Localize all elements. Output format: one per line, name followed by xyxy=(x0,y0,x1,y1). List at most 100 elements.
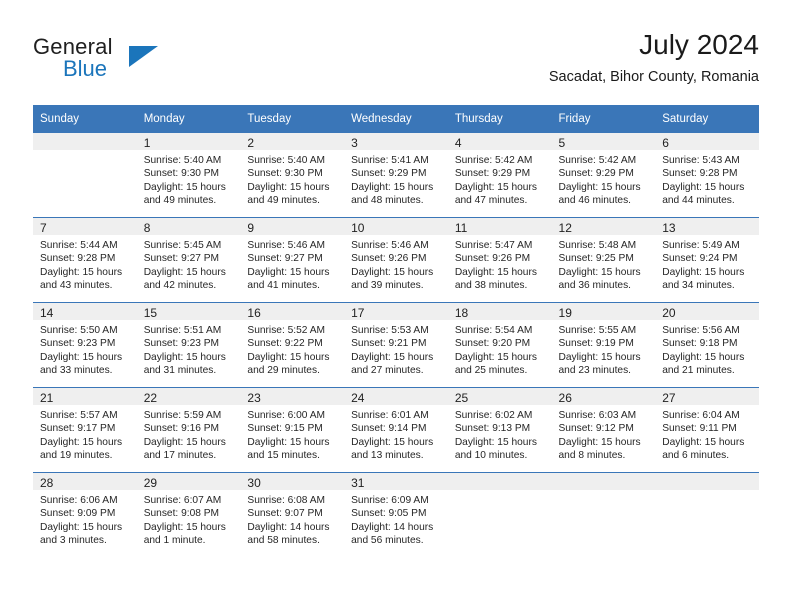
sunrise-text: Sunrise: 5:50 AM xyxy=(40,325,118,336)
day-cell-inner: 17 Sunrise: 5:53 AM Sunset: 9:21 PM Dayligh… xyxy=(344,303,448,387)
title-block: July 2024 Sacadat, Bihor County, Romania xyxy=(549,28,759,88)
calendar-day-cell[interactable]: 26 Sunrise: 6:03 AM Sunset: 9:12 PM Dayligh… xyxy=(551,387,656,473)
calendar-grid: Sunday Monday Tuesday Wednesday Thursday… xyxy=(33,105,759,557)
calendar-day-cell[interactable]: 3 Sunrise: 5:41 AM Sunset: 9:29 PM Daylight… xyxy=(344,133,448,218)
sunset-text: Sunset: 9:26 PM xyxy=(454,253,531,265)
daylight-text-line2: and 56 minutes. xyxy=(351,535,424,547)
day-details: Sunrise: 6:02 AM Sunset: 9:13 PM Daylight:… xyxy=(448,405,552,469)
daylight-text-line2: and 46 minutes. xyxy=(558,195,632,207)
day-cell-inner: 31 Sunrise: 6:09 AM Sunset: 9:05 PM Dayligh… xyxy=(344,473,448,557)
day-details: Sunrise: 5:53 AM Sunset: 9:21 PM Daylight:… xyxy=(344,320,448,384)
calendar-day-cell[interactable]: 4 Sunrise: 5:42 AM Sunset: 9:29 PM Daylight… xyxy=(447,133,552,218)
calendar-day-cell[interactable]: 5 Sunrise: 5:42 AM Sunset: 9:29 PM Daylight… xyxy=(551,133,656,218)
calendar-day-cell[interactable]: 12 Sunrise: 5:48 AM Sunset: 9:25 PM Dayligh… xyxy=(551,217,656,303)
calendar-day-cell[interactable]: 1 Sunrise: 5:40 AM Sunset: 9:30 PM Daylight… xyxy=(136,133,241,218)
day-details: Sunrise: 5:40 AM Sunset: 9:30 PM Daylight:… xyxy=(240,150,344,214)
calendar-day-cell[interactable]: 22 Sunrise: 5:59 AM Sunset: 9:16 PM Dayligh… xyxy=(136,387,241,473)
calendar-day-cell[interactable]: 8 Sunrise: 5:45 AM Sunset: 9:27 PM Daylight… xyxy=(136,217,241,303)
calendar-day-cell[interactable]: 18 Sunrise: 5:54 AM Sunset: 9:20 PM Dayligh… xyxy=(447,302,552,388)
day-number: 14 xyxy=(33,303,137,320)
calendar-week-row: 28 Sunrise: 6:06 AM Sunset: 9:09 PM Dayligh… xyxy=(33,472,759,557)
day-cell-inner: 7 Sunrise: 5:44 AM Sunset: 9:28 PM Daylight… xyxy=(33,218,137,302)
daylight-text-line2: and 31 minutes. xyxy=(143,365,217,377)
day-details: Sunrise: 6:00 AM Sunset: 9:15 PM Daylight:… xyxy=(240,405,344,469)
day-details: Sunrise: 5:43 AM Sunset: 9:28 PM Daylight:… xyxy=(655,150,759,214)
sunrise-text: Sunrise: 5:40 AM xyxy=(247,155,325,166)
calendar-day-cell[interactable]: 6 Sunrise: 5:43 AM Sunset: 9:28 PM Daylight… xyxy=(655,133,759,218)
calendar-day-cell[interactable]: 27 Sunrise: 6:04 AM Sunset: 9:11 PM Dayligh… xyxy=(655,387,759,473)
day-number: 16 xyxy=(240,303,345,320)
daylight-text-line2: and 41 minutes. xyxy=(247,280,320,292)
daylight-text-line2: and 13 minutes. xyxy=(351,450,424,462)
calendar-day-cell[interactable]: 23 Sunrise: 6:00 AM Sunset: 9:15 PM Dayligh… xyxy=(240,387,345,473)
calendar-day-cell[interactable]: 14 Sunrise: 5:50 AM Sunset: 9:23 PM Dayligh… xyxy=(33,302,137,388)
weekday-header-tuesday: Tuesday xyxy=(240,105,345,133)
calendar-day-cell[interactable]: 24 Sunrise: 6:01 AM Sunset: 9:14 PM Dayligh… xyxy=(344,387,448,473)
calendar-day-cell-empty xyxy=(33,133,137,218)
calendar-day-cell[interactable]: 21 Sunrise: 5:57 AM Sunset: 9:17 PM Dayligh… xyxy=(33,387,137,473)
calendar-day-cell-empty xyxy=(447,472,552,557)
daylight-text-line2: and 3 minutes. xyxy=(40,535,107,547)
calendar-day-cell[interactable]: 13 Sunrise: 5:49 AM Sunset: 9:24 PM Dayligh… xyxy=(655,217,759,303)
day-cell-inner xyxy=(551,473,656,557)
calendar-week-row: 1 Sunrise: 5:40 AM Sunset: 9:30 PM Daylight… xyxy=(33,133,759,218)
calendar-day-cell[interactable]: 2 Sunrise: 5:40 AM Sunset: 9:30 PM Daylight… xyxy=(240,133,345,218)
day-cell-inner: 12 Sunrise: 5:48 AM Sunset: 9:25 PM Dayligh… xyxy=(551,218,656,302)
calendar-day-cell[interactable]: 20 Sunrise: 5:56 AM Sunset: 9:18 PM Dayligh… xyxy=(655,302,759,388)
daylight-text-line2: and 10 minutes. xyxy=(454,450,528,462)
calendar-header-row: Sunday Monday Tuesday Wednesday Thursday… xyxy=(33,105,759,133)
calendar-day-cell-empty xyxy=(655,472,759,557)
daylight-text-line2: and 23 minutes. xyxy=(558,365,632,377)
daylight-text-line1: Daylight: 15 hours xyxy=(40,351,123,363)
daylight-text-line1: Daylight: 15 hours xyxy=(662,436,745,448)
weekday-header-sunday: Sunday xyxy=(33,105,137,133)
daylight-text-line2: and 34 minutes. xyxy=(662,280,735,292)
calendar-day-cell[interactable]: 11 Sunrise: 5:47 AM Sunset: 9:26 PM Dayligh… xyxy=(447,217,552,303)
calendar-day-cell[interactable]: 19 Sunrise: 5:55 AM Sunset: 9:19 PM Dayligh… xyxy=(551,302,656,388)
calendar-day-cell[interactable]: 30 Sunrise: 6:08 AM Sunset: 9:07 PM Dayligh… xyxy=(240,472,345,557)
daylight-text-line1: Daylight: 15 hours xyxy=(454,351,537,363)
calendar-day-cell[interactable]: 9 Sunrise: 5:46 AM Sunset: 9:27 PM Daylight… xyxy=(240,217,345,303)
day-cell-inner: 14 Sunrise: 5:50 AM Sunset: 9:23 PM Dayligh… xyxy=(33,303,137,387)
sunrise-text: Sunrise: 5:55 AM xyxy=(558,325,637,336)
day-number: 6 xyxy=(655,133,759,150)
sunset-text: Sunset: 9:05 PM xyxy=(351,508,427,520)
day-cell-inner: 25 Sunrise: 6:02 AM Sunset: 9:13 PM Dayligh… xyxy=(447,388,552,472)
sunset-text: Sunset: 9:15 PM xyxy=(247,423,323,435)
daylight-text-line2: and 15 minutes. xyxy=(247,450,320,462)
daylight-text-line2: and 39 minutes. xyxy=(351,280,424,292)
day-cell-inner xyxy=(447,473,552,557)
daylight-text-line1: Daylight: 15 hours xyxy=(558,266,641,278)
calendar-day-cell[interactable]: 7 Sunrise: 5:44 AM Sunset: 9:28 PM Daylight… xyxy=(33,217,137,303)
sunset-text: Sunset: 9:22 PM xyxy=(247,338,323,350)
day-number: 1 xyxy=(136,133,241,150)
daylight-text-line1: Daylight: 15 hours xyxy=(558,181,641,193)
day-details: Sunrise: 5:59 AM Sunset: 9:16 PM Daylight:… xyxy=(137,405,241,469)
calendar-week-row: 14 Sunrise: 5:50 AM Sunset: 9:23 PM Dayligh… xyxy=(33,302,759,388)
calendar-day-cell[interactable]: 10 Sunrise: 5:46 AM Sunset: 9:26 PM Dayligh… xyxy=(344,217,448,303)
daylight-text-line2: and 49 minutes. xyxy=(143,195,217,207)
sunrise-text: Sunrise: 5:44 AM xyxy=(40,240,118,251)
day-number xyxy=(655,473,759,490)
calendar-day-cell[interactable]: 29 Sunrise: 6:07 AM Sunset: 9:08 PM Dayligh… xyxy=(136,472,241,557)
sunrise-text: Sunrise: 5:45 AM xyxy=(143,240,222,251)
day-cell-inner: 29 Sunrise: 6:07 AM Sunset: 9:08 PM Dayligh… xyxy=(136,473,241,557)
day-details: Sunrise: 5:46 AM Sunset: 9:26 PM Daylight:… xyxy=(344,235,448,299)
day-cell-inner: 24 Sunrise: 6:01 AM Sunset: 9:14 PM Dayligh… xyxy=(344,388,448,472)
calendar-day-cell[interactable]: 25 Sunrise: 6:02 AM Sunset: 9:13 PM Dayligh… xyxy=(447,387,552,473)
day-cell-inner: 15 Sunrise: 5:51 AM Sunset: 9:23 PM Dayligh… xyxy=(136,303,241,387)
daylight-text-line1: Daylight: 15 hours xyxy=(40,436,123,448)
sunset-text: Sunset: 9:29 PM xyxy=(351,168,427,180)
weekday-header-saturday: Saturday xyxy=(655,105,759,133)
sunrise-text: Sunrise: 5:40 AM xyxy=(143,155,222,166)
daylight-text-line1: Daylight: 15 hours xyxy=(143,351,226,363)
calendar-day-cell[interactable]: 16 Sunrise: 5:52 AM Sunset: 9:22 PM Dayligh… xyxy=(240,302,345,388)
daylight-text-line1: Daylight: 15 hours xyxy=(662,181,745,193)
calendar-day-cell[interactable]: 15 Sunrise: 5:51 AM Sunset: 9:23 PM Dayligh… xyxy=(136,302,241,388)
calendar-day-cell[interactable]: 31 Sunrise: 6:09 AM Sunset: 9:05 PM Dayligh… xyxy=(344,472,448,557)
calendar-day-cell[interactable]: 28 Sunrise: 6:06 AM Sunset: 9:09 PM Dayligh… xyxy=(33,472,137,557)
sunset-text: Sunset: 9:27 PM xyxy=(143,253,220,265)
daylight-text-line2: and 27 minutes. xyxy=(351,365,424,377)
day-details: Sunrise: 6:04 AM Sunset: 9:11 PM Daylight:… xyxy=(655,405,759,469)
calendar-day-cell[interactable]: 17 Sunrise: 5:53 AM Sunset: 9:21 PM Dayligh… xyxy=(344,302,448,388)
